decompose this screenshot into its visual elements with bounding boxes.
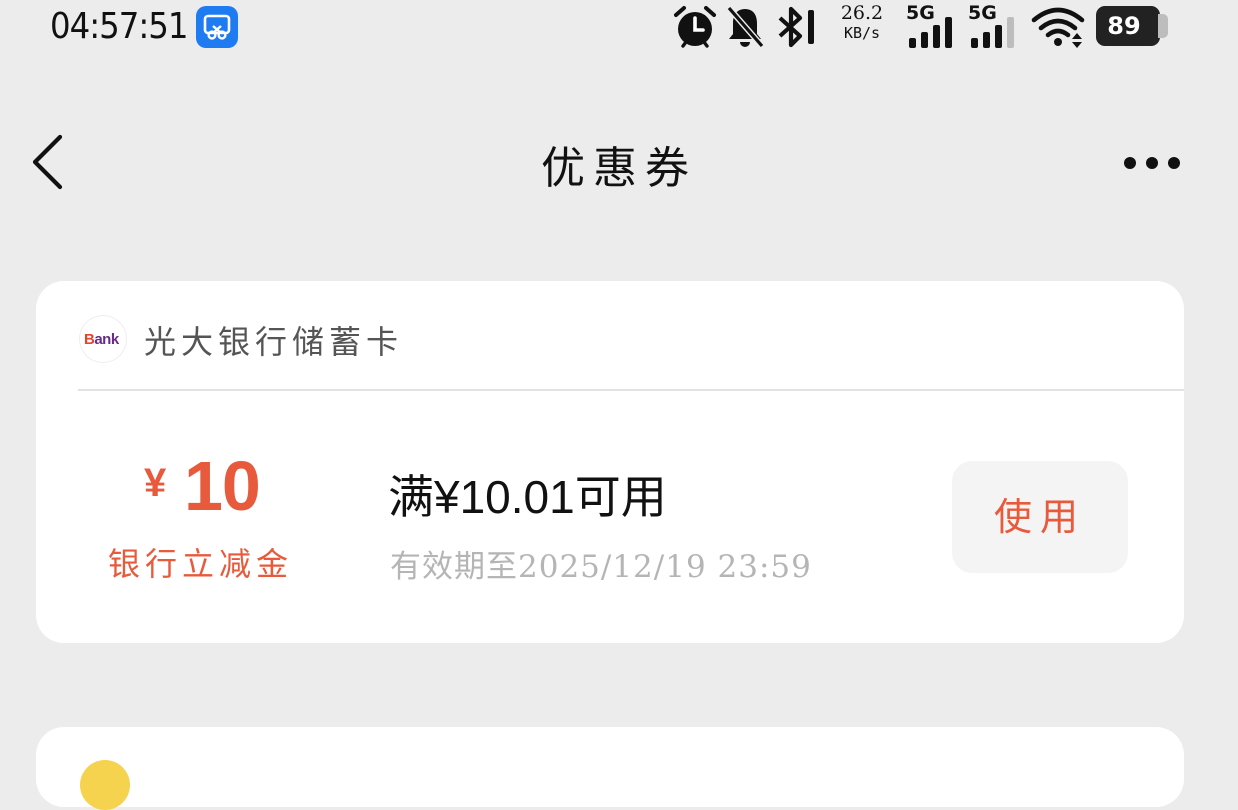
coupon-expiry: 有效期至2025/12/19 23:59 [390, 549, 812, 585]
amount-value: 10 [184, 447, 261, 525]
screenshot-app-icon [196, 6, 238, 48]
currency-symbol: ¥ [144, 461, 167, 505]
more-dots-icon[interactable] [1120, 152, 1184, 174]
wifi-icon [1031, 7, 1085, 48]
coupon-condition: 满¥10.01可用 [388, 471, 667, 523]
coupon-card[interactable]: Bank 光大银行储蓄卡 ¥ 10 银行立减金 满¥10.01可用 有效期至20… [36, 281, 1184, 643]
bank-name: 光大银行储蓄卡 [144, 323, 404, 361]
page-title: 优惠券 [541, 143, 697, 194]
merchant-logo-icon [80, 760, 130, 810]
battery-icon: 89 [1096, 6, 1160, 46]
bank-logo-icon: Bank [80, 316, 126, 362]
coupon-card-next[interactable] [36, 727, 1184, 810]
mute-bell-icon [726, 6, 765, 48]
status-time: 04:57:51 [50, 6, 188, 47]
battery-tip [1158, 14, 1168, 38]
alarm-icon [674, 6, 716, 48]
divider [78, 389, 1184, 391]
coupon-type: 银行立减金 [108, 545, 294, 583]
status-bar: 04:57:51 26.2 KB/s 5G 5G 89 [0, 0, 1238, 56]
use-button[interactable]: 使用 [952, 461, 1128, 573]
bluetooth-icon [778, 6, 814, 48]
network-speed: 26.2 KB/s [840, 2, 884, 42]
